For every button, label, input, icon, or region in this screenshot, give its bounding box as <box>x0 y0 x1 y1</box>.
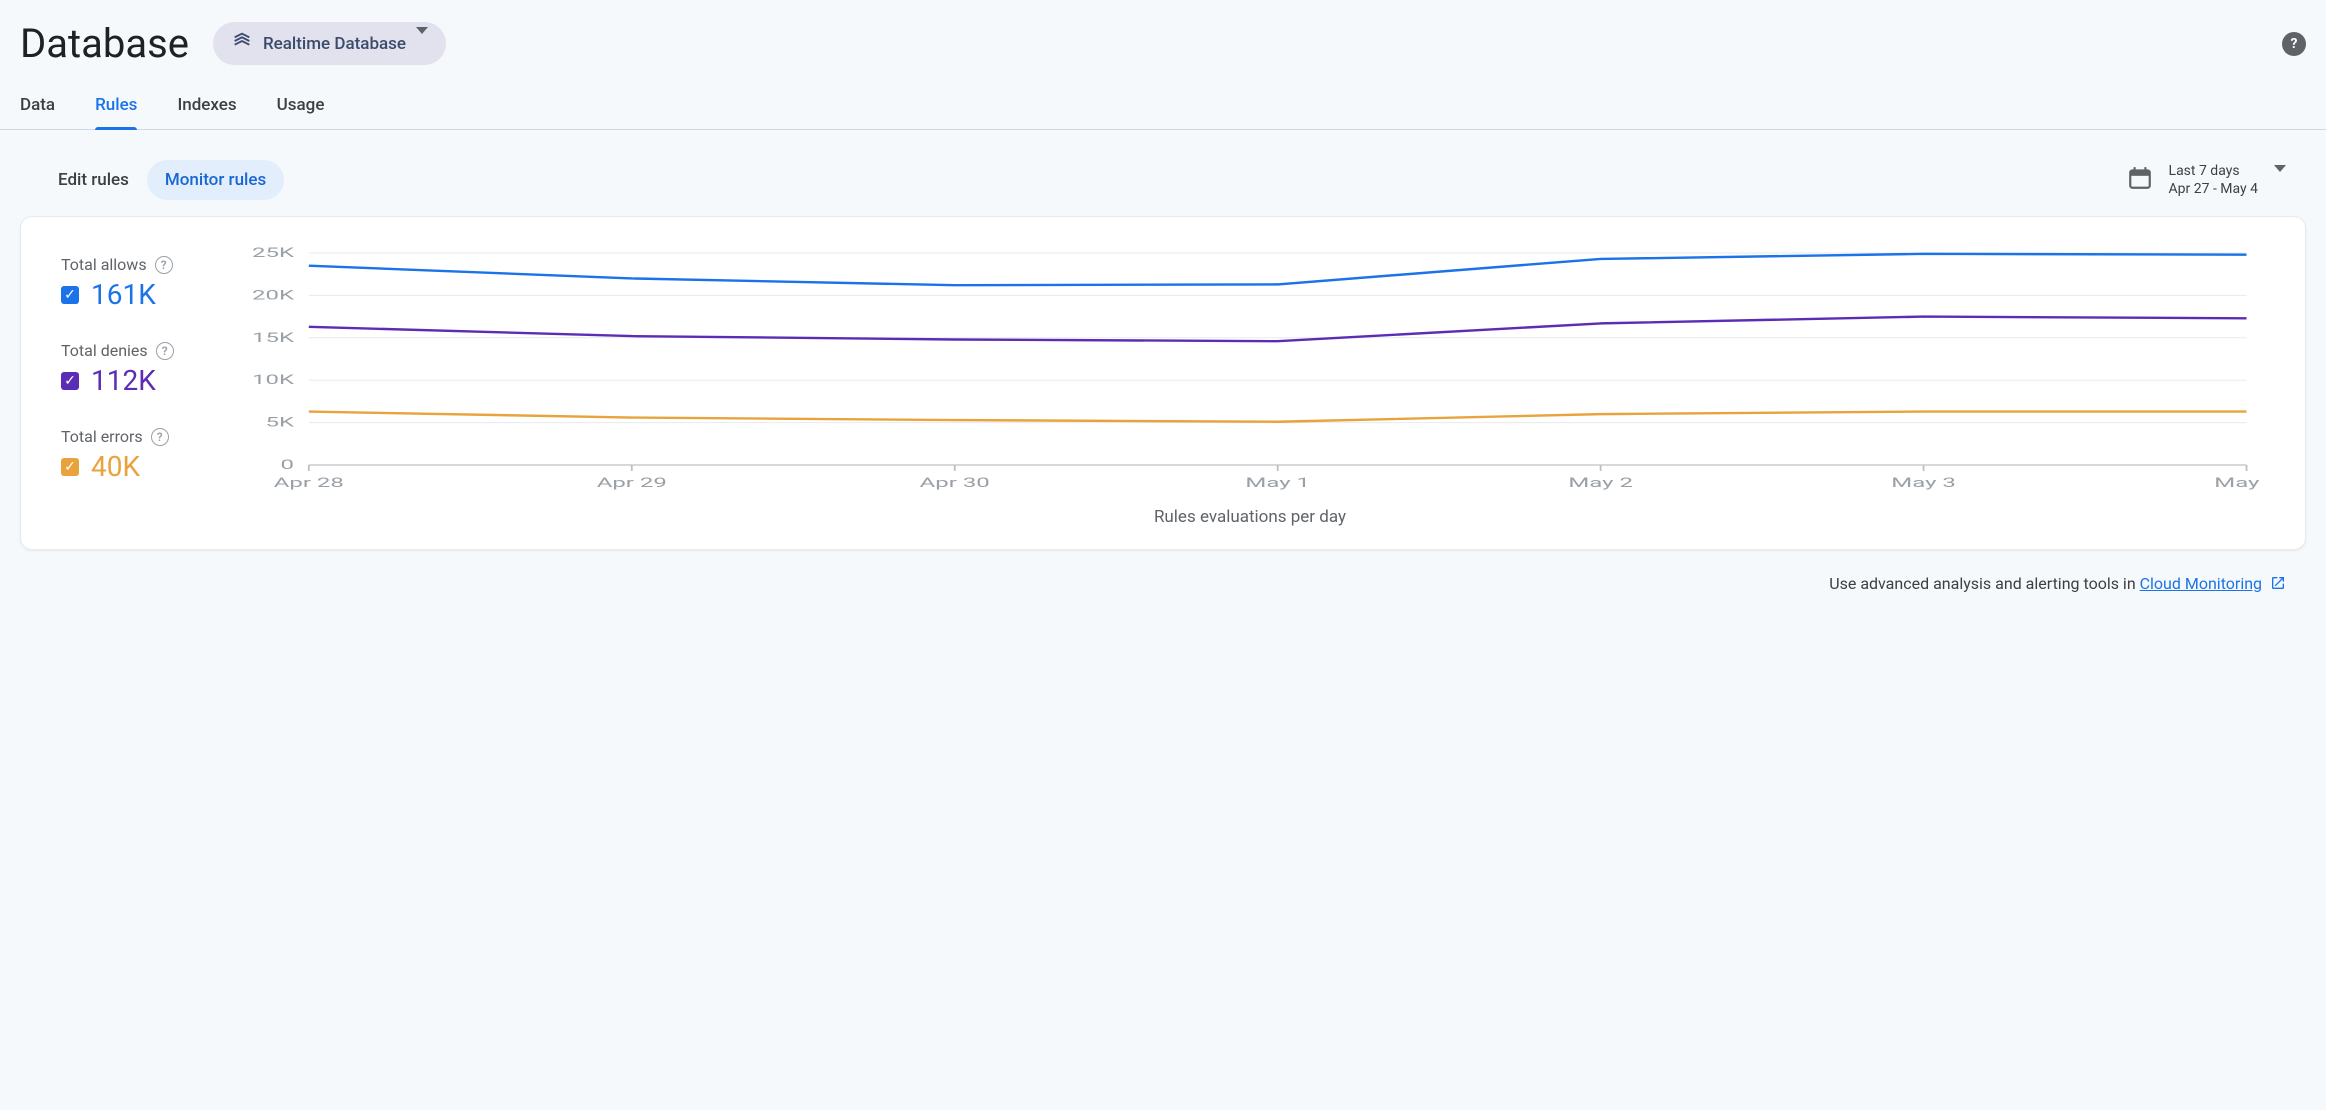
rules-chart: 0 5K 10K 15K 20K 25K Apr 28 Apr 29 Apr 30 May 1 Ma… <box>235 245 2265 495</box>
legend-item-errors: Total errors ? ✓ 40K <box>61 427 211 483</box>
help-icon[interactable]: ? <box>2282 32 2306 56</box>
svg-text:15K: 15K <box>252 330 295 345</box>
cloud-monitoring-link[interactable]: Cloud Monitoring <box>2140 574 2262 593</box>
advanced-analysis-footer: Use advanced analysis and alerting tools… <box>0 550 2326 595</box>
svg-text:Apr 30: Apr 30 <box>920 475 990 490</box>
help-icon[interactable]: ? <box>156 342 174 360</box>
database-selector-chip[interactable]: Realtime Database <box>213 22 446 65</box>
svg-text:5K: 5K <box>266 414 296 429</box>
svg-text:May 3: May 3 <box>1891 475 1956 490</box>
chart-x-axis-title: Rules evaluations per day <box>235 499 2265 527</box>
tab-rules[interactable]: Rules <box>95 87 137 129</box>
svg-text:May 1: May 1 <box>1245 475 1310 490</box>
svg-text:Apr 29: Apr 29 <box>597 475 667 490</box>
tab-indexes[interactable]: Indexes <box>177 87 236 129</box>
chart-legend: Total allows ? ✓ 161K Total denies ? ✓ <box>61 245 211 525</box>
help-icon[interactable]: ? <box>155 256 173 274</box>
svg-text:Apr 28: Apr 28 <box>274 475 344 490</box>
advanced-analysis-text: Use advanced analysis and alerting tools… <box>1829 574 2139 593</box>
legend-errors-label: Total errors <box>61 427 143 446</box>
realtime-db-icon <box>231 30 263 57</box>
rules-monitor-card: Total allows ? ✓ 161K Total denies ? ✓ <box>20 216 2306 550</box>
svg-text:0: 0 <box>281 457 294 472</box>
legend-errors-value: 40K <box>91 450 140 483</box>
legend-allows-label: Total allows <box>61 255 147 274</box>
legend-item-allows: Total allows ? ✓ 161K <box>61 255 211 311</box>
calendar-icon <box>2127 165 2153 195</box>
subtab-edit-rules[interactable]: Edit rules <box>40 160 147 200</box>
subtab-monitor-rules[interactable]: Monitor rules <box>147 160 284 200</box>
help-icon[interactable]: ? <box>151 428 169 446</box>
chevron-down-icon <box>416 34 428 54</box>
legend-item-denies: Total denies ? ✓ 112K <box>61 341 211 397</box>
section-tabs: Data Rules Indexes Usage <box>0 77 2326 130</box>
legend-errors-checkbox[interactable]: ✓ <box>61 458 79 476</box>
chevron-down-icon <box>2274 172 2286 188</box>
page-title: Database <box>20 20 189 67</box>
svg-text:25K: 25K <box>252 245 295 260</box>
legend-denies-label: Total denies <box>61 341 148 360</box>
date-range-value: Apr 27 - May 4 <box>2169 181 2258 197</box>
legend-denies-value: 112K <box>91 364 156 397</box>
tab-data[interactable]: Data <box>20 87 55 129</box>
date-range-label: Last 7 days <box>2169 162 2258 180</box>
svg-text:May 2: May 2 <box>1568 475 1633 490</box>
date-range-picker[interactable]: Last 7 days Apr 27 - May 4 <box>2127 162 2286 198</box>
svg-text:20K: 20K <box>252 287 295 302</box>
database-selector-label: Realtime Database <box>263 34 406 54</box>
legend-allows-checkbox[interactable]: ✓ <box>61 286 79 304</box>
svg-text:May 4: May 4 <box>2214 475 2265 490</box>
external-link-icon <box>2270 575 2286 595</box>
legend-allows-value: 161K <box>91 278 156 311</box>
tab-usage[interactable]: Usage <box>277 87 325 129</box>
legend-denies-checkbox[interactable]: ✓ <box>61 372 79 390</box>
svg-text:10K: 10K <box>252 372 295 387</box>
